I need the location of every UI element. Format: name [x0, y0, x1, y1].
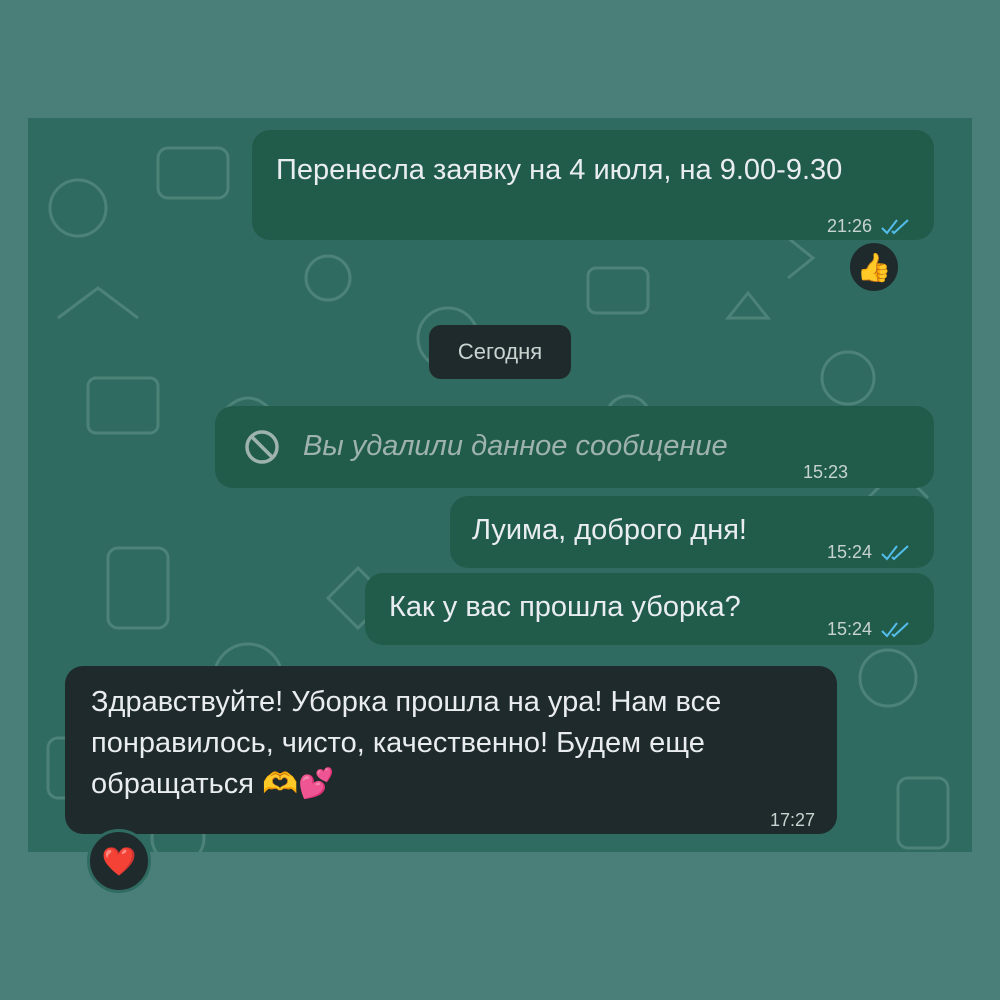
message-line: обращаться 🫶💕	[91, 768, 335, 800]
outgoing-message[interactable]: Как у вас прошла уборка? 15:24	[365, 573, 934, 645]
message-meta: 15:23	[803, 452, 848, 493]
reaction-heart[interactable]: ❤️	[87, 829, 151, 893]
thumbs-up-icon: 👍	[856, 251, 892, 283]
deleted-icon	[245, 430, 279, 464]
message-text: Перенесла заявку на 4 июля, на 9.00-9.30	[276, 154, 843, 186]
message-meta: 17:27	[770, 800, 815, 841]
message-text: Вы удалили данное сообщение	[303, 430, 728, 462]
reaction-thumbs-up[interactable]: 👍	[847, 240, 901, 294]
message-text: Здравствуйте! Уборка прошла на ура! Нам …	[91, 682, 721, 805]
date-divider: Сегодня	[429, 325, 571, 379]
heart-icon: ❤️	[101, 845, 137, 877]
message-meta: 15:24	[827, 532, 912, 573]
outgoing-message[interactable]: Луима, доброго дня! 15:24	[450, 496, 934, 568]
message-line: понравилось, чисто, качественно! Будем е…	[91, 727, 705, 759]
message-time: 15:24	[826, 542, 872, 562]
double-check-icon	[881, 544, 909, 561]
message-time: 15:23	[803, 462, 849, 482]
message-text: Как у вас прошла уборка?	[389, 591, 741, 623]
date-divider-label: Сегодня	[457, 339, 543, 364]
outgoing-message[interactable]: Перенесла заявку на 4 июля, на 9.00-9.30…	[252, 130, 934, 240]
message-time: 15:24	[826, 619, 872, 639]
double-check-icon	[881, 621, 909, 638]
bottom-background	[0, 852, 1000, 1000]
message-time: 17:27	[769, 810, 815, 830]
message-meta: 15:24	[827, 609, 912, 650]
deleted-message[interactable]: Вы удалили данное сообщение 15:23	[215, 406, 934, 488]
double-check-icon	[881, 218, 909, 235]
message-line: Здравствуйте! Уборка прошла на ура! Нам …	[91, 686, 722, 718]
incoming-message[interactable]: Здравствуйте! Уборка прошла на ура! Нам …	[65, 666, 837, 834]
message-text: Луима, доброго дня!	[472, 514, 747, 546]
